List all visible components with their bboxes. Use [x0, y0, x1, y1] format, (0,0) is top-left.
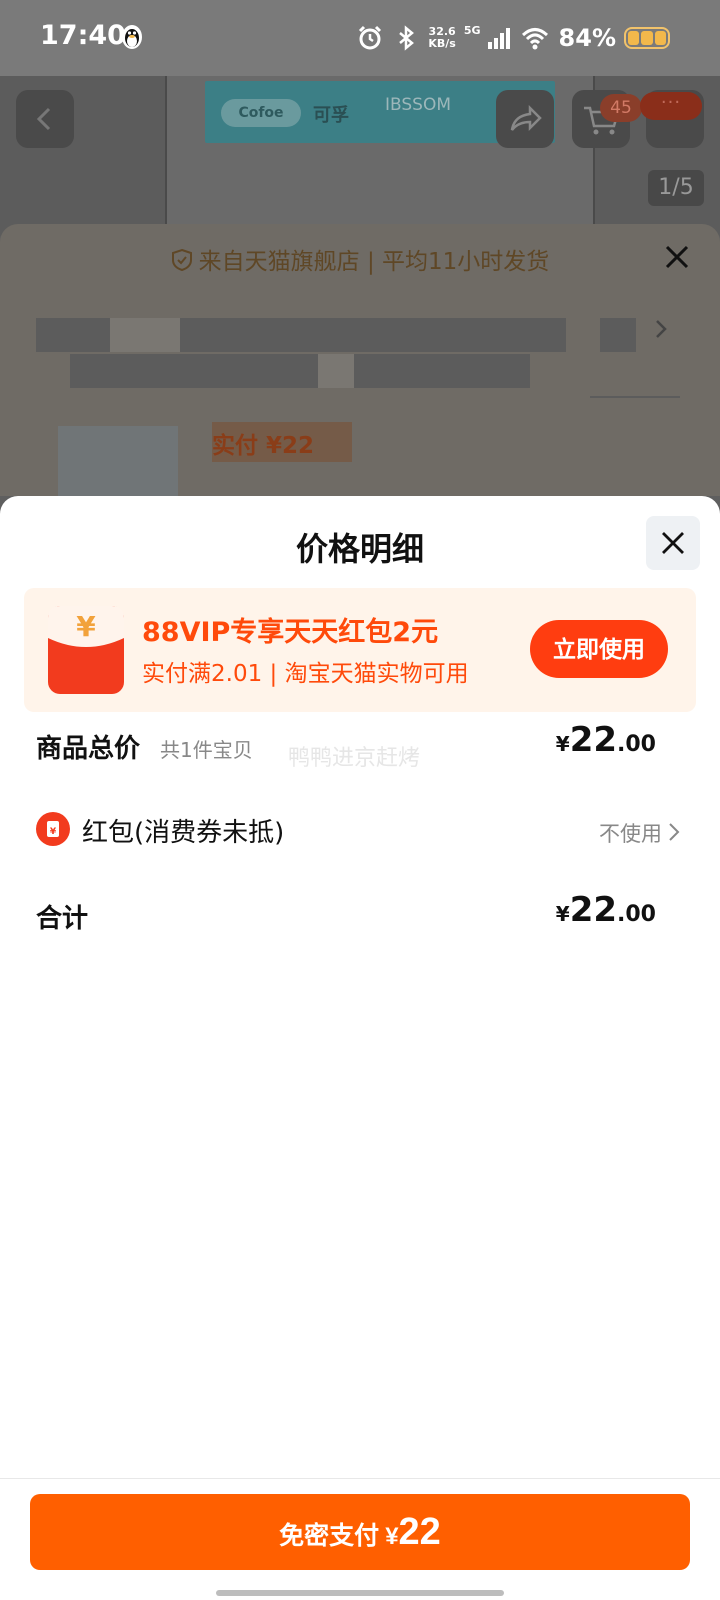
image-index: 1/5: [648, 170, 704, 206]
red-packet-icon: ¥: [48, 606, 124, 694]
price-decimal: .00: [617, 732, 656, 757]
sheet-title: 价格明细: [295, 530, 424, 568]
product-thumbnail: [58, 426, 178, 496]
footer-divider: [0, 1478, 720, 1479]
watermark: 鸭鸭进京赶烤: [288, 746, 421, 771]
bluetooth-icon: [399, 25, 415, 51]
wifi-icon: [521, 28, 548, 50]
red-packet-small-icon: ¥: [36, 812, 70, 846]
price-decimal: .00: [617, 902, 656, 927]
blurred-block: [600, 318, 636, 352]
share-icon: [510, 104, 542, 132]
goods-total-row: 商品总价 共1件宝贝 鸭鸭进京赶烤 ¥22.00: [0, 716, 720, 776]
close-icon[interactable]: [662, 242, 692, 272]
close-button[interactable]: [646, 516, 700, 570]
svg-text:¥: ¥: [76, 610, 96, 643]
home-indicator[interactable]: [216, 1590, 504, 1596]
use-now-button[interactable]: 立即使用: [530, 620, 668, 678]
vip-red-packet-banner: ¥ 88VIP专享天天红包2元 实付满2.01 | 淘宝天猫实物可用 立即使用: [24, 588, 696, 712]
share-button[interactable]: [496, 90, 554, 148]
pay-amount: 22: [398, 1511, 441, 1553]
alarm-icon: [359, 25, 382, 50]
pay-button-label: 免密支付: [279, 1522, 380, 1550]
blurred-block: [318, 354, 354, 388]
chevron-right-icon: [656, 320, 667, 338]
store-info: 来自天猫旗舰店 | 平均11小时发货: [0, 242, 720, 276]
store-info-text: 来自天猫旗舰店 | 平均11小时发货: [198, 249, 550, 275]
shield-icon: [171, 248, 192, 272]
more-badge: ···: [640, 92, 702, 120]
chevron-right-icon: [669, 823, 680, 841]
blurred-block: [110, 318, 180, 352]
status-time: 17:40: [40, 20, 126, 51]
red-packet-value: 不使用: [599, 822, 662, 846]
svg-text:¥: ¥: [50, 827, 57, 837]
net-speed-unit: KB/s: [428, 37, 456, 50]
brand-name-en: IBSSOM: [385, 95, 452, 115]
back-arrow-icon: [36, 107, 51, 131]
battery-icon: [624, 27, 670, 49]
price-integer: 22: [569, 720, 618, 760]
total-row: 合计 ¥22.00: [0, 886, 720, 946]
battery-percent: 84%: [558, 24, 616, 52]
status-icons: 32.6 KB/s 5G 84%: [356, 20, 670, 56]
qq-penguin-icon: [122, 25, 142, 49]
signal-icon: [487, 28, 510, 49]
cart-count-badge: 45: [600, 94, 642, 122]
pay-currency: ¥: [385, 1523, 399, 1550]
close-icon: [662, 532, 684, 554]
divider: [590, 396, 680, 398]
background-product-page: Cofoe 可孚 IBSSOM 45 ··· 1/5 来自天猫旗舰店 | 平均1…: [0, 76, 720, 496]
price-integer: 22: [569, 890, 618, 930]
goods-total-price: ¥22.00: [556, 720, 656, 760]
brand-logo: Cofoe: [221, 99, 301, 127]
goods-total-label: 商品总价: [36, 734, 141, 764]
status-bar: 17:40 32.6 KB/s 5G 84%: [0, 0, 720, 76]
price-detail-sheet: 价格明细 ¥ 88VIP专享天天红包2元 实付满2.01 | 淘宝天猫实物可用 …: [0, 496, 720, 1600]
brand-name-cn: 可孚: [313, 105, 349, 126]
net-speed: 32.6 KB/s: [428, 26, 455, 50]
password-free-pay-button[interactable]: 免密支付 ¥22: [30, 1494, 690, 1570]
red-packet-label: 红包(消费券未抵): [82, 818, 285, 848]
red-packet-row[interactable]: ¥ 红包(消费券未抵) 不使用: [0, 802, 720, 862]
promo-title: 88VIP专享天天红包2元: [142, 617, 439, 648]
currency-symbol: ¥: [555, 732, 570, 756]
total-price: ¥22.00: [556, 890, 656, 930]
item-count: 共1件宝贝: [160, 738, 253, 762]
network-type: 5G: [463, 23, 481, 37]
promo-subtitle: 实付满2.01 | 淘宝天猫实物可用: [142, 661, 469, 687]
blurred-address: [70, 354, 530, 388]
paid-price: 实付 ¥22: [212, 433, 315, 459]
currency-symbol: ¥: [555, 902, 570, 926]
back-button[interactable]: [16, 90, 74, 148]
total-label: 合计: [36, 904, 89, 934]
